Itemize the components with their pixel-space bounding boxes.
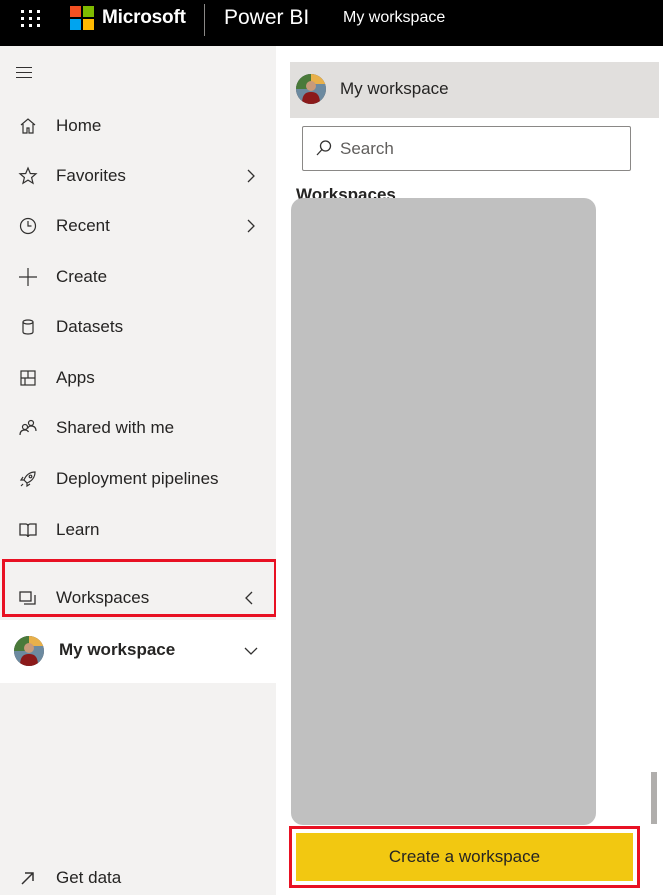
chevron-right-icon[interactable] [242,217,260,235]
rocket-icon [16,467,40,491]
create-workspace-highlight-box: Create a workspace [289,826,640,888]
nav-label-workspaces: Workspaces [56,588,150,607]
avatar-image-icon [14,636,44,666]
search-icon [316,140,332,156]
book-icon [16,518,40,542]
nav-label-deployment-pipelines: Deployment pipelines [56,469,219,488]
nav-label-home: Home [56,116,102,135]
star-icon [16,164,40,188]
create-workspace-button[interactable]: Create a workspace [296,833,633,881]
nav-item-learn[interactable]: Learn [0,510,276,550]
database-icon [16,315,40,339]
scrollbar-thumb[interactable] [651,772,657,824]
topbar-divider [204,4,205,36]
nav-item-apps[interactable]: Apps [0,358,276,398]
hamburger-menu-icon[interactable] [16,66,38,82]
left-navigation: Home Favorites Recent Create Datasets Ap… [0,46,283,895]
arrow-up-right-icon [16,866,40,890]
nav-label-learn: Learn [56,520,100,539]
nav-label-shared-with-me: Shared with me [56,418,175,437]
microsoft-squares-icon [70,6,94,30]
home-icon [16,114,40,138]
nav-item-home[interactable]: Home [0,106,276,146]
nav-label-apps: Apps [56,368,95,387]
microsoft-logo[interactable]: Microsoft [70,6,186,30]
workspace-search[interactable] [302,126,631,171]
search-input[interactable] [340,136,620,162]
workspaces-flyout: My workspace Workspaces Create a workspa… [276,46,663,895]
redacted-workspace-list [291,198,596,825]
avatar [296,74,326,104]
nav-item-create[interactable]: Create [0,257,276,297]
nav-item-shared-with-me[interactable]: Shared with me [0,408,276,448]
plus-icon [16,265,40,289]
people-icon [16,416,40,440]
flyout-header-title: My workspace [340,79,449,98]
nav-item-deployment-pipelines[interactable]: Deployment pipelines [0,459,276,499]
product-name[interactable]: Power BI [224,6,309,30]
nav-item-my-workspace[interactable]: My workspace [0,620,283,683]
breadcrumb[interactable]: My workspace [343,9,445,27]
nav-item-datasets[interactable]: Datasets [0,307,276,347]
nav-label-recent: Recent [56,216,110,235]
chevron-down-icon[interactable] [242,642,260,660]
avatar-image-icon [296,74,326,104]
clock-icon [16,214,40,238]
workspaces-icon [16,586,40,610]
flyout-header[interactable]: My workspace [290,62,659,118]
top-bar: Microsoft Power BI My workspace [0,0,663,46]
avatar [14,636,44,666]
nav-item-workspaces[interactable]: Workspaces [0,578,276,618]
brand-name: Microsoft [102,7,186,28]
nav-item-get-data[interactable]: Get data [0,858,276,895]
apps-icon [16,366,40,390]
app-launcher-icon[interactable] [19,7,43,31]
nav-label-my-workspace: My workspace [59,640,176,659]
chevron-left-icon[interactable] [240,589,258,607]
nav-item-recent[interactable]: Recent [0,206,276,246]
nav-label-get-data: Get data [56,868,122,887]
nav-item-favorites[interactable]: Favorites [0,156,276,196]
chevron-right-icon[interactable] [242,167,260,185]
nav-label-favorites: Favorites [56,166,126,185]
nav-label-datasets: Datasets [56,317,124,336]
nav-label-create: Create [56,267,108,286]
